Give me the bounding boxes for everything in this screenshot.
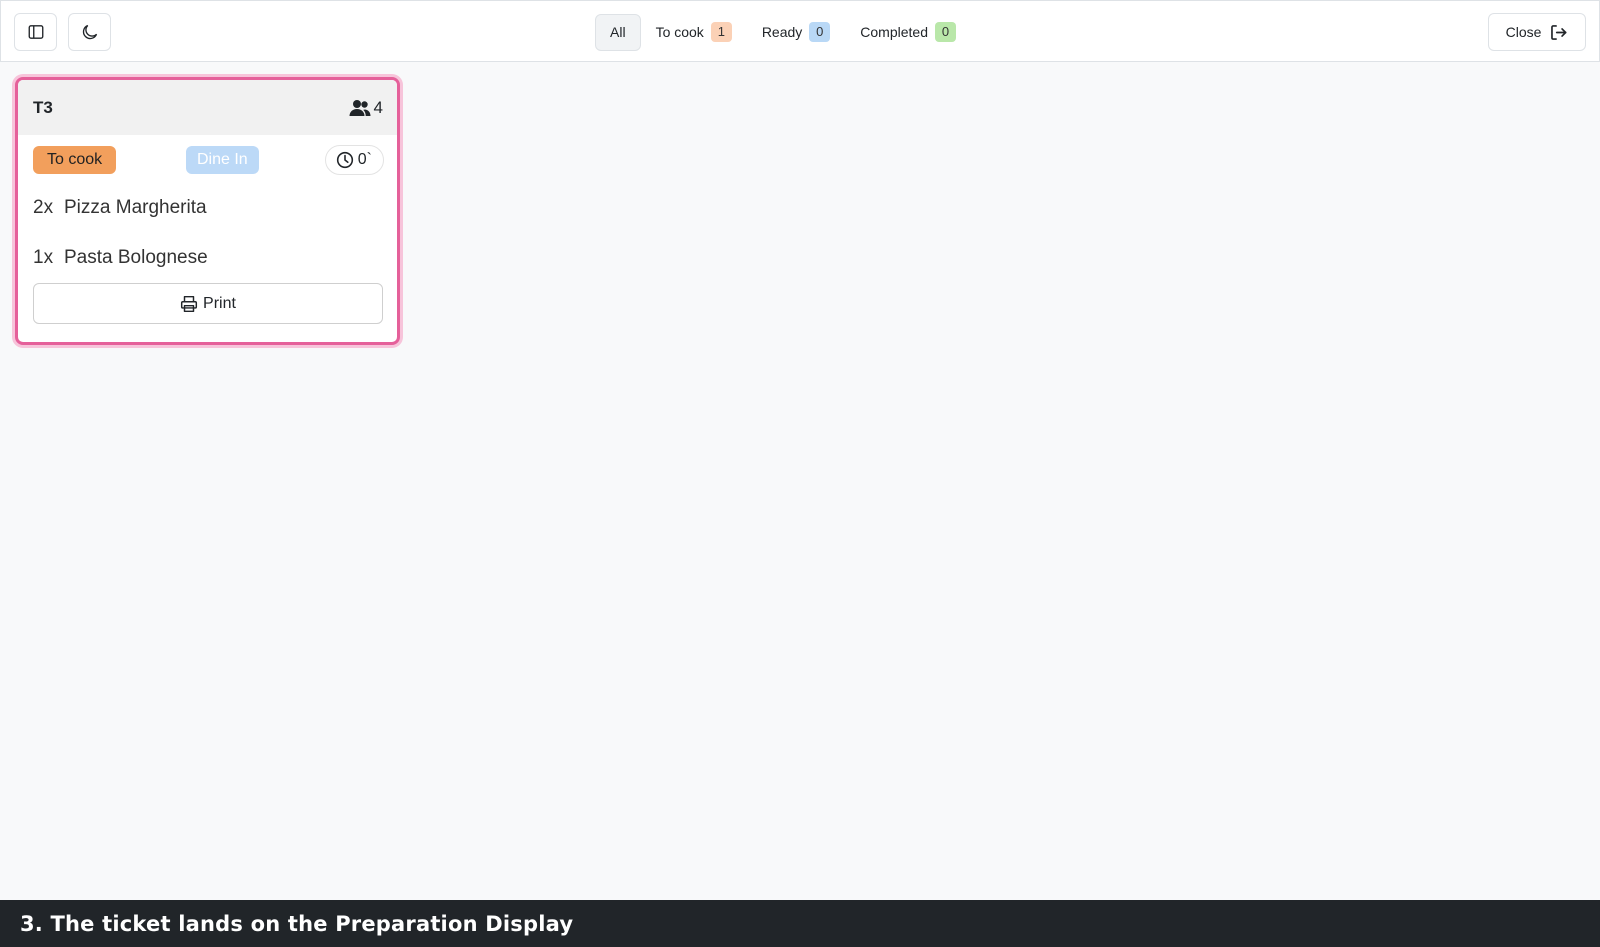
ticket-table-number: T3 bbox=[33, 97, 53, 117]
filter-all[interactable]: All bbox=[595, 13, 641, 51]
print-button[interactable]: Print bbox=[33, 283, 383, 324]
ticket-tags: To cook Dine In 0` bbox=[18, 135, 397, 183]
completed-count-badge: 0 bbox=[934, 22, 956, 42]
ticket-guest-count: 4 bbox=[373, 97, 383, 117]
close-button-label: Close bbox=[1505, 24, 1542, 40]
item-name: Pizza Margherita bbox=[64, 197, 207, 218]
filter-all-label: All bbox=[610, 24, 626, 40]
sidebar-toggle-icon bbox=[28, 25, 43, 39]
ticket-header: T3 4 bbox=[18, 80, 397, 135]
order-ticket[interactable]: T3 4 To cook Dine In 0` 2x Pizza Margher… bbox=[15, 77, 400, 345]
to-cook-count-badge: 1 bbox=[710, 22, 732, 42]
item-quantity: 1x bbox=[33, 247, 54, 268]
printer-icon bbox=[181, 295, 198, 312]
sidebar-toggle-button[interactable] bbox=[14, 13, 57, 51]
users-icon bbox=[349, 99, 371, 116]
caption-bar: 3. The ticket lands on the Preparation D… bbox=[0, 900, 1600, 947]
list-item: 2x Pizza Margherita bbox=[33, 183, 382, 233]
filter-completed[interactable]: Completed 0 bbox=[845, 14, 971, 51]
ticket-timer-value: 0` bbox=[357, 151, 372, 168]
filter-to-cook-label: To cook bbox=[655, 24, 704, 40]
ticket-timer: 0` bbox=[324, 145, 384, 175]
top-bar: All To cook 1 Ready 0 Completed 0 Close bbox=[0, 0, 1600, 62]
item-quantity: 2x bbox=[33, 197, 54, 218]
print-button-label: Print bbox=[203, 294, 236, 312]
filter-ready-label: Ready bbox=[761, 24, 803, 40]
status-filter-tabs: All To cook 1 Ready 0 Completed 0 bbox=[595, 13, 971, 51]
filter-completed-label: Completed bbox=[860, 24, 928, 40]
ticket-guests: 4 bbox=[349, 98, 383, 118]
clock-icon bbox=[336, 151, 353, 169]
sign-out-icon bbox=[1551, 24, 1567, 40]
ticket-type-badge: Dine In bbox=[186, 146, 259, 174]
filter-to-cook[interactable]: To cook 1 bbox=[641, 14, 747, 51]
item-name: Pasta Bolognese bbox=[64, 247, 208, 268]
ticket-status-badge: To cook bbox=[33, 146, 117, 174]
close-button[interactable]: Close bbox=[1488, 13, 1586, 51]
list-item: 1x Pasta Bolognese bbox=[33, 233, 382, 283]
ready-count-badge: 0 bbox=[809, 22, 831, 42]
filter-ready[interactable]: Ready 0 bbox=[747, 14, 845, 51]
theme-toggle-button[interactable] bbox=[68, 13, 111, 51]
caption-text: 3. The ticket lands on the Preparation D… bbox=[20, 911, 574, 936]
ticket-item-list: 2x Pizza Margherita 1x Pasta Bolognese bbox=[18, 183, 397, 283]
moon-icon bbox=[82, 24, 97, 40]
